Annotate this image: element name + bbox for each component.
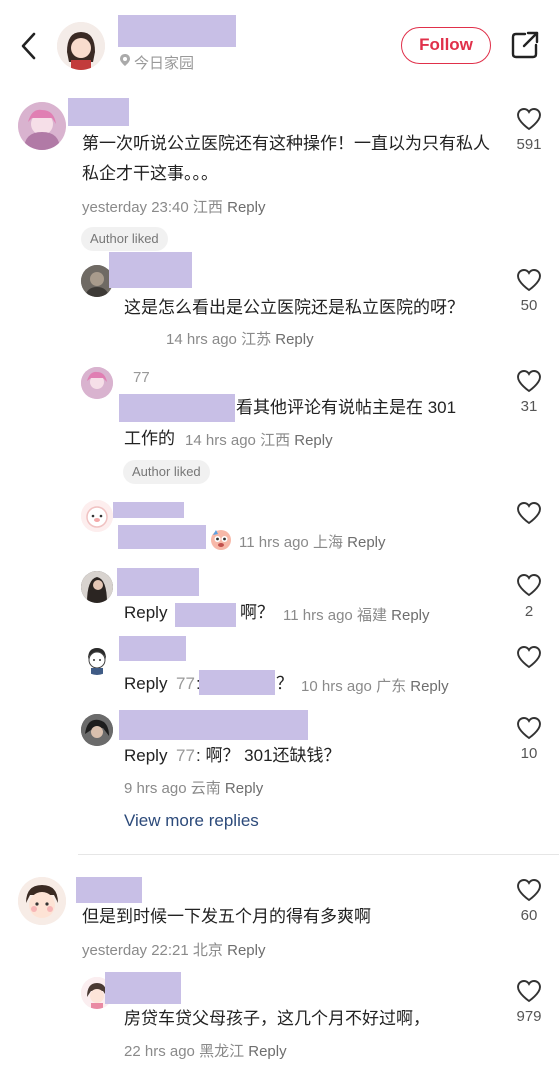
heart-icon[interactable] [516, 268, 542, 292]
like-count: 979 [516, 1008, 542, 1025]
reply-button[interactable]: Reply [391, 607, 429, 624]
heart-icon[interactable] [516, 645, 542, 669]
author-liked-badge: Author liked [81, 227, 168, 251]
share-button[interactable] [510, 30, 540, 60]
comment-text: 啊？ [240, 603, 274, 622]
location-pin-icon [119, 53, 131, 67]
reply-button[interactable]: Reply [225, 780, 263, 797]
heart-icon[interactable] [516, 107, 542, 131]
heart-icon[interactable] [516, 878, 542, 902]
comment-meta: 11 hrs ago 福建 Reply [283, 607, 430, 624]
comment-text: 但是到时候一下发五个月的得有多爽啊 [82, 907, 371, 926]
comment-text: ？ [276, 674, 293, 693]
author-location: 今日家园 [134, 55, 195, 72]
like-count: 10 [520, 745, 538, 762]
author-name-redacted [118, 15, 236, 47]
comment-meta: 14 hrs ago 江苏 Reply [166, 331, 314, 348]
comment-meta: 22 hrs ago 黑龙江 Reply [124, 1043, 287, 1060]
chevron-left-icon [21, 32, 36, 60]
like-count: 2 [524, 603, 534, 620]
username-suffix: 77 [133, 369, 150, 386]
reply-button[interactable]: Reply [227, 199, 265, 216]
like-count: 50 [520, 297, 538, 314]
username-redacted [119, 394, 235, 422]
author-avatar[interactable] [57, 22, 105, 70]
reply-button[interactable]: Reply [227, 942, 265, 959]
follow-button[interactable]: Follow [401, 27, 491, 64]
reply-button[interactable]: Reply [294, 432, 332, 449]
reply-button[interactable]: Reply [410, 678, 448, 695]
view-more-replies-link[interactable]: View more replies [124, 811, 259, 831]
comment-meta: 9 hrs ago 云南 Reply [124, 780, 264, 797]
like-count: 31 [520, 398, 538, 415]
reply-prefix: Reply [124, 746, 168, 765]
avatar[interactable] [81, 714, 113, 746]
mention-name: 77 [176, 746, 195, 765]
comment-text-redacted [118, 525, 206, 549]
avatar[interactable] [18, 877, 66, 925]
username-redacted [68, 98, 129, 126]
comment-text: : 啊？ 301还缺钱？ [196, 746, 341, 765]
username-redacted [113, 502, 184, 518]
follow-label: Follow [419, 35, 473, 54]
mention-redacted [175, 603, 236, 627]
heart-icon[interactable] [516, 716, 542, 740]
comment-text: 看其他评论有说帖主是在 301 [236, 398, 457, 417]
avatar[interactable] [81, 571, 113, 603]
like-count: 591 [516, 136, 542, 153]
heart-icon[interactable] [516, 369, 542, 393]
reply-button[interactable]: Reply [347, 534, 385, 551]
reply-prefix: Reply [124, 603, 168, 622]
heart-icon[interactable] [516, 979, 542, 1003]
username-redacted [119, 636, 186, 661]
comment-meta: yesterday 22:21 北京 Reply [82, 942, 266, 959]
mention-redacted [199, 670, 275, 695]
username-redacted [117, 568, 199, 596]
back-button[interactable] [14, 28, 44, 64]
username-redacted [76, 877, 142, 903]
divider [78, 854, 559, 855]
comment-text: 房贷车贷父母孩子，这几个月不好过啊， [124, 1009, 430, 1028]
share-icon [511, 31, 539, 59]
username-redacted [105, 972, 181, 1004]
comment-meta: yesterday 23:40 江西 Reply [82, 199, 266, 216]
heart-icon[interactable] [516, 501, 542, 525]
sticker-emoji-icon [209, 527, 233, 551]
reply-button[interactable]: Reply [275, 331, 313, 348]
username-redacted [119, 710, 308, 740]
avatar[interactable] [81, 643, 113, 675]
reply-prefix: Reply [124, 674, 168, 693]
comment-text: 这是怎么看出是公立医院还是私立医院的呀？ [124, 298, 464, 317]
avatar[interactable] [81, 367, 113, 399]
comment-meta: 14 hrs ago 江西 Reply [185, 432, 333, 449]
author-liked-badge: Author liked [123, 460, 210, 484]
comment-text: 第一次听说公立医院还有这种操作！一直以为只有私人私企才干这事。。。 [82, 134, 490, 183]
comment-meta: 10 hrs ago 广东 Reply [301, 678, 449, 695]
heart-icon[interactable] [516, 573, 542, 597]
reply-button[interactable]: Reply [248, 1043, 286, 1060]
avatar[interactable] [81, 500, 113, 532]
like-count: 60 [520, 907, 538, 924]
username-redacted [109, 252, 192, 288]
avatar[interactable] [18, 102, 66, 150]
comment-meta: 11 hrs ago 上海 Reply [239, 534, 386, 551]
comment-text-continued: 工作的 [124, 429, 175, 448]
mention-name: 77 [176, 674, 195, 693]
